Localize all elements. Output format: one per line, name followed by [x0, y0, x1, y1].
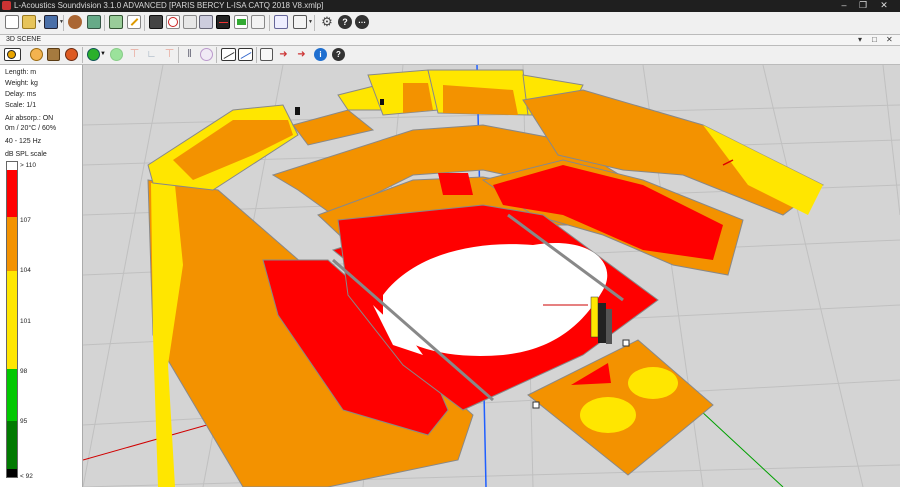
view-icon[interactable] [166, 15, 180, 29]
pencil-icon[interactable] [127, 15, 141, 29]
frequency-band: 40 - 125 Hz [5, 138, 42, 145]
yellow-zone [628, 367, 678, 399]
grid-icon[interactable] [293, 15, 313, 29]
angle-icon[interactable] [221, 48, 236, 61]
scale-ratio: Scale: 1/1 [5, 102, 37, 109]
info-icon[interactable]: i [314, 48, 327, 61]
ruler-icon[interactable]: ➜ [277, 48, 290, 61]
loudspeaker-icon[interactable] [68, 15, 82, 29]
export-icon[interactable] [260, 48, 273, 61]
delay-icon[interactable] [234, 15, 248, 29]
zoom-icon[interactable]: ➜ [295, 48, 308, 61]
toolbar-separator [178, 47, 179, 63]
move-icon[interactable] [274, 15, 288, 29]
scale-band-white [7, 162, 17, 170]
spl-scale-bar [6, 161, 18, 478]
scene-help-icon[interactable]: ? [332, 48, 345, 61]
main-toolbar: ⚙ ? … [0, 12, 900, 35]
scale-label: 107 [20, 217, 31, 224]
scale-label: > 110 [20, 162, 36, 169]
scale-title: dB SPL scale [5, 151, 47, 158]
scale-label: 98 [20, 368, 28, 375]
back-tier-1 [292, 109, 375, 146]
spl-mode-icon[interactable] [4, 48, 21, 61]
back-tier-3-core [403, 83, 433, 113]
window-title: L-Acoustics Soundvision 3.1.0 ADVANCED [… [14, 1, 324, 10]
scale-label: < 92 [20, 473, 33, 480]
speaker-cabinet-icon[interactable] [87, 15, 101, 29]
delay-unit: Delay: ms [5, 91, 37, 98]
scale-label: 104 [20, 267, 31, 274]
scale-band-darkgreen [7, 421, 17, 469]
panel-header: 3D SCENE ▾ □ ✕ [0, 35, 900, 46]
gear-icon[interactable]: ⚙ [320, 15, 334, 29]
color-mode-icon[interactable] [87, 48, 100, 61]
open-file-icon[interactable] [22, 15, 42, 29]
save-icon[interactable] [44, 15, 64, 29]
scale-band-green [7, 369, 17, 421]
stage-back-block [438, 173, 473, 195]
venue-spl-map[interactable] [83, 65, 900, 487]
panel-title: 3D SCENE [6, 36, 42, 43]
toolbar-separator [104, 15, 105, 31]
graph-icon-2[interactable]: ∟ [145, 48, 158, 61]
length-unit: Length: m [5, 69, 37, 76]
camera-icon[interactable] [183, 15, 197, 29]
impact-icon[interactable]: ⊤ [128, 48, 141, 61]
air-absorption: Air absorp.: ON [5, 115, 54, 122]
dropdown-icon[interactable]: ▼ [100, 51, 106, 57]
app-icon [2, 1, 11, 10]
aim-icon[interactable]: ⊤ [163, 48, 176, 61]
title-bar: L-Acoustics Soundvision 3.1.0 ADVANCED [… [0, 0, 900, 12]
speaker-marker[interactable] [622, 339, 630, 347]
scale-band-black [7, 469, 17, 477]
toolbar-separator [144, 15, 145, 31]
new-file-icon[interactable] [5, 15, 19, 29]
scale-band-orange [7, 217, 17, 271]
mapping-icon[interactable] [65, 48, 78, 61]
speaker-marker[interactable] [380, 99, 384, 105]
split-icon[interactable]: ‖ [183, 48, 196, 61]
clock-icon[interactable] [110, 48, 123, 61]
toolbar-separator [314, 15, 315, 31]
toolbar-separator [269, 15, 270, 31]
help-icon[interactable]: ? [338, 15, 352, 29]
speaker-marker[interactable] [295, 107, 300, 115]
scale-band-yellow [7, 271, 17, 369]
graph-icon[interactable] [216, 15, 230, 29]
select-icon[interactable] [109, 15, 123, 29]
layers-icon[interactable] [251, 15, 265, 29]
toolbar-separator [216, 47, 217, 63]
3d-viewport[interactable] [83, 65, 900, 487]
minimize-icon[interactable]: – [836, 0, 852, 12]
maximize-icon[interactable]: □ [872, 35, 877, 44]
box-icon[interactable] [47, 48, 60, 61]
toolbar-separator [82, 47, 83, 63]
toolbar-separator [63, 15, 64, 31]
weight-unit: Weight: kg [5, 80, 38, 87]
spectrum-icon[interactable] [199, 15, 213, 29]
info-panel: Length: m Weight: kg Delay: ms Scale: 1/… [0, 65, 83, 487]
scene-toolbar: ▼ ⊤ ∟ ⊤ ‖ ➜ ➜ i ? [0, 46, 900, 65]
conditions: 0m / 20°C / 60% [5, 125, 57, 132]
scale-label: 101 [20, 318, 31, 325]
yellow-zone [580, 397, 636, 433]
panel-close-icon[interactable]: ✕ [886, 35, 893, 44]
more-icon[interactable]: … [355, 15, 369, 29]
balloon-icon[interactable] [200, 48, 213, 61]
scale-band-red [7, 170, 17, 217]
pin-icon[interactable]: ▾ [858, 35, 862, 44]
speaker-marker[interactable] [532, 401, 540, 409]
scale-label: 95 [20, 418, 28, 425]
toolbar-separator [256, 47, 257, 63]
source-icon[interactable] [149, 15, 163, 29]
slope-icon[interactable] [238, 48, 253, 61]
restore-icon[interactable]: ❐ [855, 0, 871, 12]
close-icon[interactable]: ✕ [876, 0, 892, 12]
delay-mode-icon[interactable] [30, 48, 43, 61]
